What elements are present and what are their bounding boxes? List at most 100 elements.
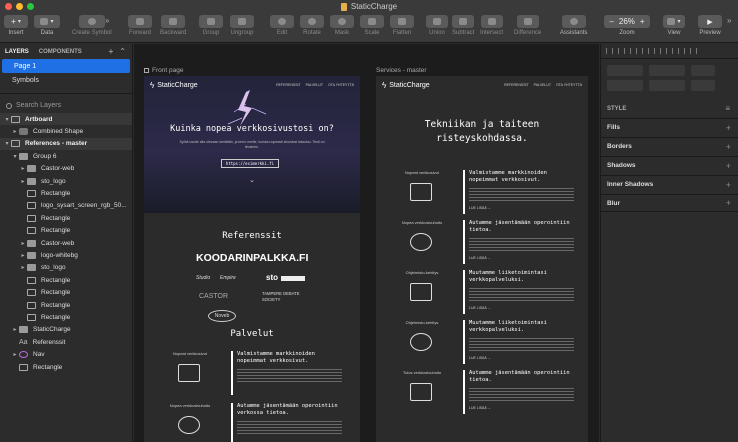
- service-body-text: [469, 338, 574, 352]
- app-window: StaticCharge + ▾ Insert ▾ Data Create Sym…: [0, 0, 738, 442]
- disclosure-closed-icon[interactable]: ▸: [19, 240, 27, 247]
- toolbar-more-icon[interactable]: »: [727, 16, 731, 25]
- scale-button[interactable]: Scale: [360, 15, 384, 36]
- artboard-label[interactable]: Services - master: [376, 67, 427, 74]
- shadows-section[interactable]: Shadows +: [601, 156, 738, 174]
- disclosure-closed-icon[interactable]: ▸: [11, 326, 19, 333]
- disclosure-closed-icon[interactable]: ▸: [19, 264, 27, 271]
- rotation-field[interactable]: [691, 65, 715, 76]
- inner-shadows-section[interactable]: Inner Shadows +: [601, 175, 738, 193]
- blur-section[interactable]: Blur +: [601, 194, 738, 212]
- tab-components[interactable]: COMPONENTS: [39, 49, 82, 55]
- layer-row[interactable]: ▾ Artboard: [0, 113, 132, 126]
- zoom-in-button[interactable]: +: [640, 17, 645, 26]
- layer-row[interactable]: Rectangle: [0, 274, 132, 286]
- flatten-button[interactable]: Flatten: [390, 15, 414, 36]
- layer-row[interactable]: Rectangle: [0, 212, 132, 224]
- backward-icon: [169, 18, 178, 25]
- forward-button[interactable]: Forward: [128, 15, 152, 36]
- zoom-value[interactable]: 26%: [619, 17, 635, 26]
- difference-button[interactable]: Difference: [514, 15, 541, 36]
- layer-row[interactable]: ▸ Castor-web: [0, 237, 132, 249]
- disclosure-open-icon[interactable]: ▾: [3, 116, 11, 123]
- layer-label: sto_logo: [41, 264, 66, 272]
- layer-row[interactable]: Rectangle: [0, 286, 132, 298]
- group-button[interactable]: Group: [199, 15, 223, 36]
- layer-row[interactable]: ▸ Castor-web: [0, 163, 132, 175]
- borders-section[interactable]: Borders +: [601, 137, 738, 155]
- collapse-icon[interactable]: ⌃: [119, 47, 126, 56]
- data-button[interactable]: ▾ Data: [34, 15, 60, 36]
- layer-row[interactable]: ▸ sto_logo: [0, 175, 132, 187]
- disclosure-closed-icon[interactable]: ▸: [11, 128, 19, 135]
- style-options-icon[interactable]: ≡: [725, 104, 730, 113]
- subtract-button[interactable]: Subtract: [452, 15, 474, 36]
- layer-row[interactable]: ▸ Nav: [0, 348, 132, 360]
- insert-button[interactable]: + ▾ Insert: [4, 15, 28, 36]
- edit-button[interactable]: Edit: [270, 15, 294, 36]
- page-item[interactable]: Symbols: [0, 73, 132, 87]
- add-fill-icon[interactable]: +: [726, 123, 731, 133]
- align-center-icon[interactable]: [618, 48, 625, 54]
- page-item[interactable]: Page 1: [2, 59, 130, 73]
- distribute-vertical-icon[interactable]: [690, 48, 697, 54]
- assistants-button[interactable]: Assistants: [560, 15, 587, 36]
- layer-row[interactable]: Aa Referenssit: [0, 336, 132, 348]
- add-page-icon[interactable]: +: [109, 47, 114, 56]
- disclosure-closed-icon[interactable]: ▸: [19, 178, 27, 185]
- layer-row[interactable]: ▸ sto_logo: [0, 262, 132, 274]
- distribute-horizontal-icon[interactable]: [678, 48, 685, 54]
- tab-layers[interactable]: LAYERS: [5, 49, 29, 55]
- layer-row[interactable]: Rectangle: [0, 299, 132, 311]
- height-field[interactable]: [649, 80, 685, 91]
- empire-logo: Empire: [220, 275, 236, 281]
- layer-row[interactable]: ▸ Combined Shape: [0, 125, 132, 137]
- x-field[interactable]: [607, 65, 643, 76]
- preview-button[interactable]: ▶ Preview: [698, 15, 722, 36]
- layer-row[interactable]: ▸ StaticCharge: [0, 324, 132, 336]
- service-heading: Muutamme liiketoimintasi verkkopalveluks…: [469, 270, 547, 283]
- layer-row[interactable]: ▾ References - master: [0, 137, 132, 151]
- layer-label: Rectangle: [41, 289, 71, 297]
- view-button[interactable]: ▾ View: [663, 15, 685, 36]
- rotate-button[interactable]: Rotate: [300, 15, 324, 36]
- page-label: Symbols: [12, 76, 39, 84]
- mask-button[interactable]: Mask: [330, 15, 354, 36]
- artboard-services-master[interactable]: ϟ StaticCharge REFERENSSIT PALVELUT OTA …: [376, 76, 588, 442]
- union-button[interactable]: Union: [426, 15, 448, 36]
- align-bottom-icon[interactable]: [666, 48, 673, 54]
- disclosure-closed-icon[interactable]: ▸: [19, 252, 27, 259]
- backward-button[interactable]: Backward: [160, 15, 186, 36]
- add-inner-shadow-icon[interactable]: +: [726, 180, 731, 190]
- layer-row[interactable]: Rectangle: [0, 187, 132, 199]
- flip-buttons[interactable]: [691, 80, 715, 91]
- align-top-icon[interactable]: [642, 48, 649, 54]
- add-blur-icon[interactable]: +: [726, 198, 731, 208]
- align-left-icon[interactable]: [606, 48, 613, 54]
- align-right-icon[interactable]: [630, 48, 637, 54]
- canvas[interactable]: Front page Services - master ϟ StaticCha…: [134, 44, 599, 442]
- layer-row[interactable]: ▸ logo-whitebg: [0, 249, 132, 261]
- align-middle-icon[interactable]: [654, 48, 661, 54]
- y-field[interactable]: [649, 65, 685, 76]
- search-layers-field[interactable]: Search Layers: [0, 98, 132, 113]
- fills-section[interactable]: Fills +: [601, 118, 738, 136]
- ungroup-button[interactable]: Ungroup: [230, 15, 254, 36]
- layer-row[interactable]: logo_sysart_screen_rgb_50...: [0, 200, 132, 212]
- layer-row[interactable]: Rectangle: [0, 361, 132, 373]
- artboard-label[interactable]: Front page: [144, 67, 183, 74]
- add-shadow-icon[interactable]: +: [726, 161, 731, 171]
- toolbar-overflow-icon[interactable]: »: [105, 16, 109, 25]
- layer-row[interactable]: Rectangle: [0, 225, 132, 237]
- disclosure-open-icon[interactable]: ▾: [11, 153, 19, 160]
- layer-row[interactable]: Rectangle: [0, 311, 132, 323]
- add-border-icon[interactable]: +: [726, 142, 731, 152]
- intersect-button[interactable]: Intersect: [480, 15, 503, 36]
- disclosure-open-icon[interactable]: ▾: [3, 140, 11, 147]
- layer-row[interactable]: ▾ Group 6: [0, 150, 132, 162]
- zoom-out-button[interactable]: –: [609, 17, 613, 26]
- disclosure-closed-icon[interactable]: ▸: [19, 165, 27, 172]
- disclosure-closed-icon[interactable]: ▸: [11, 351, 19, 358]
- width-field[interactable]: [607, 80, 643, 91]
- artboard-front-page[interactable]: ϟ StaticCharge REFERENSSIT PALVELUT OTA …: [144, 76, 360, 442]
